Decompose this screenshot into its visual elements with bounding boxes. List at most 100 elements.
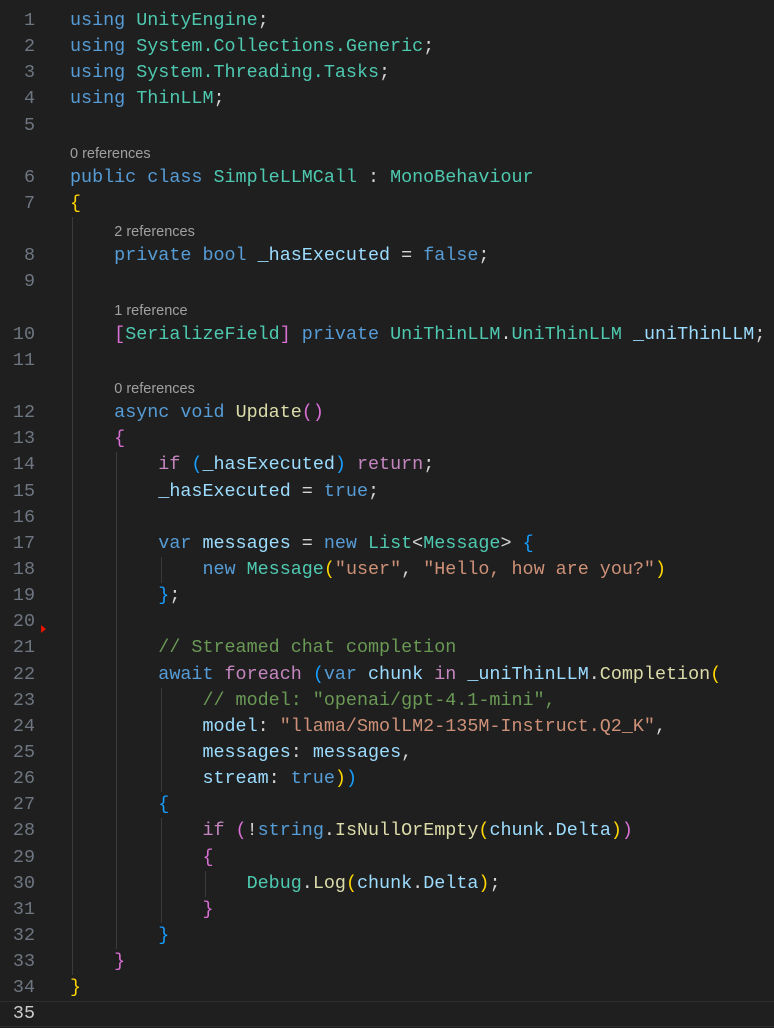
code-text[interactable]: } xyxy=(70,897,213,923)
code-token: Completion xyxy=(599,663,711,685)
code-text[interactable]: } xyxy=(70,923,169,949)
indent-guide xyxy=(72,739,73,767)
line-number: 18 xyxy=(12,558,35,580)
code-text[interactable] xyxy=(70,348,114,374)
code-token: Update xyxy=(235,402,302,424)
code-token: Debug xyxy=(246,872,302,894)
code-line: 23 // model: "openai/gpt-4.1-mini", xyxy=(0,687,774,714)
code-token: ; xyxy=(423,454,435,476)
code-line: 25 messages: messages, xyxy=(0,739,774,767)
code-token: return xyxy=(345,454,424,476)
code-token: > xyxy=(500,532,523,554)
code-token: if xyxy=(158,454,192,476)
code-text[interactable]: { xyxy=(70,792,169,818)
code-text[interactable]: using UnityEngine; xyxy=(70,8,269,34)
code-text[interactable]: { xyxy=(70,191,81,217)
line-number: 4 xyxy=(23,88,35,110)
line-number: 24 xyxy=(12,715,35,737)
indent-guide xyxy=(72,400,73,427)
indent-guide xyxy=(204,870,206,897)
code-token: = xyxy=(290,532,324,554)
code-token: System.Threading.Tasks xyxy=(125,62,380,84)
references-code-lens[interactable]: 0 references xyxy=(70,141,151,167)
code-text[interactable]: public class SimpleLLMCall : MonoBehavio… xyxy=(70,165,534,191)
code-lens-row: 2 references xyxy=(0,217,774,245)
breakpoint-marker-icon[interactable] xyxy=(41,625,46,633)
code-text[interactable]: Debug.Log(chunk.Delta); xyxy=(70,871,501,897)
code-token: = xyxy=(290,480,324,502)
code-text[interactable]: // Streamed chat completion xyxy=(70,635,456,661)
indent-guide xyxy=(72,295,73,322)
code-token: . xyxy=(544,820,556,842)
code-text[interactable]: messages: messages, xyxy=(70,740,412,766)
line-number: 29 xyxy=(12,846,35,868)
indent-guide xyxy=(160,766,162,793)
code-token: < xyxy=(412,532,424,554)
code-token: in xyxy=(434,663,468,685)
code-token: messages xyxy=(202,741,291,763)
code-text[interactable]: await foreach (var chunk in _uniThinLLM.… xyxy=(70,662,721,688)
code-text[interactable]: private bool _hasExecuted = false; xyxy=(70,243,489,269)
code-text[interactable]: model: "llama/SmolLM2-135M-Instruct.Q2_K… xyxy=(70,714,666,740)
code-token: chunk xyxy=(356,872,413,894)
line-number: 32 xyxy=(12,924,35,946)
code-text[interactable]: } xyxy=(70,949,125,975)
references-code-lens[interactable]: 1 reference xyxy=(114,298,187,324)
code-editor[interactable]: 1 using UnityEngine; 2 using System.Collect… xyxy=(0,8,774,1027)
code-token: : xyxy=(356,166,391,188)
code-token: ( xyxy=(312,663,324,685)
indent-guide xyxy=(160,818,162,845)
code-token: var xyxy=(158,532,203,554)
indent-guide xyxy=(116,896,118,923)
references-code-lens[interactable]: 0 references xyxy=(114,376,195,402)
code-text[interactable] xyxy=(70,609,158,635)
code-text[interactable]: { xyxy=(70,426,125,452)
code-text[interactable]: { xyxy=(70,845,213,871)
code-text[interactable]: // model: "openai/gpt-4.1-mini", xyxy=(70,688,555,714)
code-text[interactable]: stream: true)) xyxy=(70,766,357,792)
line-number: 19 xyxy=(12,585,35,607)
code-token: { xyxy=(522,532,534,554)
code-token: ( xyxy=(345,872,357,894)
code-token: UnityEngine xyxy=(125,10,258,31)
indent-guide xyxy=(72,896,73,923)
references-code-lens[interactable]: 2 references xyxy=(114,219,195,245)
code-text[interactable]: async void Update() xyxy=(70,400,324,426)
code-text[interactable]: if (_hasExecuted) return; xyxy=(70,452,434,478)
code-text[interactable]: } xyxy=(70,975,81,1001)
code-token: Delta xyxy=(555,820,611,842)
code-token: ( xyxy=(191,454,203,476)
code-token: ( xyxy=(710,663,722,685)
code-line: 2 using System.Collections.Generic; xyxy=(0,34,774,60)
code-text[interactable]: using System.Collections.Generic; xyxy=(70,34,434,60)
code-token: _hasExecuted xyxy=(202,454,335,476)
code-token: chunk xyxy=(489,820,545,842)
code-text[interactable]: new Message("user", "Hello, how are you?… xyxy=(70,557,666,583)
indent-guide xyxy=(72,635,73,662)
code-text[interactable] xyxy=(70,269,114,295)
code-text[interactable]: using System.Threading.Tasks; xyxy=(70,60,390,86)
indent-guide xyxy=(116,792,118,819)
code-text[interactable]: if (!string.IsNullOrEmpty(chunk.Delta)) xyxy=(70,818,633,844)
line-number: 5 xyxy=(23,114,35,136)
code-token: private xyxy=(290,323,391,345)
code-text[interactable] xyxy=(70,505,158,531)
code-text[interactable]: var messages = new List<Message> { xyxy=(70,531,534,557)
code-text[interactable]: using ThinLLM; xyxy=(70,86,225,112)
code-text[interactable]: }; xyxy=(70,583,180,609)
code-text[interactable]: [SerializeField] private UniThinLLM.UniT… xyxy=(70,322,765,348)
code-line: 22 await foreach (var chunk in _uniThinL… xyxy=(0,661,774,688)
code-token: ) xyxy=(345,768,357,790)
line-number: 14 xyxy=(12,454,35,476)
code-token: : xyxy=(257,715,280,737)
indent-guide xyxy=(160,896,162,923)
line-number: 33 xyxy=(12,951,35,973)
code-token: "Hello, how are you?" xyxy=(423,558,655,580)
line-number: 11 xyxy=(12,349,35,371)
code-token: model xyxy=(202,715,258,737)
